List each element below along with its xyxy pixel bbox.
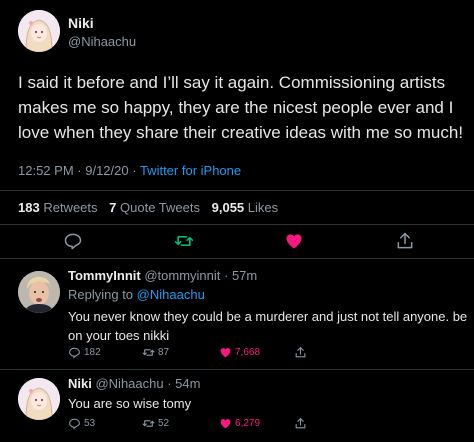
reply-icon <box>69 347 80 359</box>
quotes-label: Quote Tweets <box>120 200 200 215</box>
reply-action-bar: 182 87 7,668 <box>68 346 474 362</box>
retweet-count: 87 <box>158 347 170 358</box>
likes-count: 9,055 <box>211 200 245 215</box>
replying-to-mention[interactable]: @Nihaachu <box>137 287 205 302</box>
reply-author-handle[interactable]: @Nihaachu <box>95 376 163 391</box>
tweet-action-bar <box>0 231 474 253</box>
author-name[interactable]: Niki <box>68 15 94 31</box>
heart-icon <box>220 348 231 358</box>
reply-author-name[interactable]: Niki <box>68 376 92 391</box>
tweet-date[interactable]: 9/12/20 <box>85 163 128 178</box>
divider <box>0 190 474 191</box>
reply-retweet-button[interactable]: 87 <box>142 346 169 359</box>
heart-icon <box>220 419 231 429</box>
retweet-icon <box>142 420 155 427</box>
reply-text-line: You are so wise tomy <box>68 396 192 411</box>
tweet-source[interactable]: Twitter for iPhone <box>140 163 241 178</box>
reply-share-button[interactable] <box>294 417 307 430</box>
reply-retweet-button[interactable]: 52 <box>142 417 169 430</box>
tweet-text-line: I said it before and I’ll say it again. … <box>18 73 446 92</box>
author-avatar[interactable] <box>18 10 60 52</box>
divider <box>0 258 474 259</box>
quotes-stat[interactable]: 7 Quote Tweets <box>109 200 200 215</box>
meta-separator: · <box>220 268 232 283</box>
reply-header: Niki @Nihaachu · 54m <box>68 376 200 391</box>
reply-author-name[interactable]: TommyInnit <box>68 268 141 283</box>
reply-avatar[interactable] <box>18 378 60 420</box>
share-icon <box>295 347 306 358</box>
reply-like-button[interactable]: 7,668 <box>219 346 260 359</box>
likes-stat[interactable]: 9,055 Likes <box>212 200 279 215</box>
tweet-text: I said it before and I’ll say it again. … <box>18 70 468 145</box>
reply-text-line: on your toes nikki <box>68 328 170 343</box>
reply-count: 182 <box>84 347 101 358</box>
replying-to-prefix: Replying to <box>68 287 134 302</box>
retweet-icon[interactable] <box>174 231 194 251</box>
reply-text-line: You never know they could be a murderer … <box>68 309 468 324</box>
retweets-stat[interactable]: 183 Retweets <box>18 200 98 215</box>
reply-action-bar: 53 52 6,279 <box>68 417 474 433</box>
reply-icon[interactable] <box>63 231 83 251</box>
author-handle[interactable]: @Nihaachu <box>68 34 136 49</box>
reply-header: TommyInnit @tommyinnit · 57m <box>68 268 257 283</box>
retweet-count: 52 <box>158 418 170 429</box>
retweet-icon <box>142 349 155 356</box>
tweet-time[interactable]: 12:52 PM <box>18 163 74 178</box>
tweet-text-line: makes me so happy, they are the nicest p… <box>18 98 454 117</box>
replying-to: Replying to @Nihaachu <box>68 287 205 302</box>
reply-count: 53 <box>84 418 96 429</box>
reply-time[interactable]: 57m <box>232 268 257 283</box>
share-icon[interactable] <box>395 231 415 251</box>
reply-reply-button[interactable]: 53 <box>68 417 95 430</box>
retweets-label: Retweets <box>43 200 98 215</box>
reply-reply-button[interactable]: 182 <box>68 346 101 359</box>
reply-text: You are so wise tomy <box>68 394 468 413</box>
reply-author-handle[interactable]: @tommyinnit <box>144 268 220 283</box>
divider <box>0 369 474 370</box>
share-icon <box>295 418 306 429</box>
heart-icon[interactable] <box>284 231 304 251</box>
like-count: 6,279 <box>235 418 261 429</box>
likes-label: Likes <box>247 200 279 215</box>
reply-share-button[interactable] <box>294 346 307 359</box>
tweet-meta: 12:52 PM · 9/12/20 · Twitter for iPhone <box>18 163 241 178</box>
divider <box>0 224 474 225</box>
reply-time[interactable]: 54m <box>175 376 200 391</box>
reply-avatar[interactable] <box>18 271 60 313</box>
meta-separator: · <box>163 376 176 391</box>
tweet-text-line: love when they share their creative idea… <box>18 123 464 142</box>
reply-like-button[interactable]: 6,279 <box>219 417 260 430</box>
reply-text: You never know they could be a murderer … <box>68 307 468 345</box>
quotes-count: 7 <box>109 200 117 215</box>
tweet-stats: 183 Retweets 7 Quote Tweets 9,055 Likes <box>18 200 278 215</box>
reply-icon <box>69 418 80 430</box>
retweets-count: 183 <box>18 200 40 215</box>
like-count: 7,668 <box>235 347 261 358</box>
meta-separator: · <box>132 163 140 178</box>
